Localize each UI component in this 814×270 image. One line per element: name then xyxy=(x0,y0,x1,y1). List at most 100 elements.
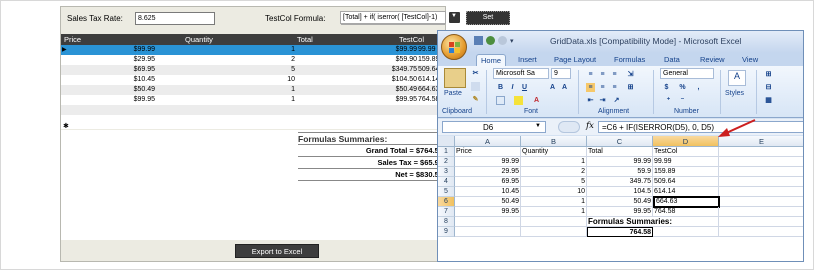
cell-e2[interactable] xyxy=(719,157,803,167)
save-icon[interactable] xyxy=(474,36,483,46)
cell-quantity[interactable]: 1 xyxy=(291,86,295,93)
insert-function-icon[interactable]: fx xyxy=(586,121,594,131)
cell-c2[interactable]: 99.99 xyxy=(587,157,653,167)
cell-a6[interactable]: 50.49 xyxy=(455,197,521,207)
office-button[interactable] xyxy=(441,34,467,60)
wrap-text-icon[interactable]: ⇲ xyxy=(626,70,635,79)
tab-page-layout[interactable]: Page Layout xyxy=(550,54,600,66)
comma-style-icon[interactable]: , xyxy=(694,83,703,92)
cell-c4[interactable]: 349.75 xyxy=(587,177,653,187)
merge-center-icon[interactable]: ⊞ xyxy=(626,83,635,92)
row-header[interactable]: 7 xyxy=(438,207,455,217)
row-header[interactable]: 3 xyxy=(438,167,455,177)
export-to-excel-button[interactable]: Export to Excel xyxy=(235,244,319,258)
cell-c7[interactable]: 99.95 xyxy=(587,207,653,217)
cell-testcol[interactable]: 99.99 xyxy=(418,46,436,53)
cell-total[interactable]: $50.49 xyxy=(396,86,417,93)
font-name-select[interactable]: Microsoft Sa xyxy=(493,68,549,79)
cell-c6[interactable]: 50.49 xyxy=(587,197,653,207)
table-row[interactable]: $10.45 10 $104.50 614.14 xyxy=(61,75,445,85)
font-color-icon[interactable]: A xyxy=(532,96,541,105)
percent-icon[interactable]: % xyxy=(678,83,687,92)
tab-formulas[interactable]: Formulas xyxy=(610,54,649,66)
borders-icon[interactable] xyxy=(496,96,505,105)
row-header[interactable]: 2 xyxy=(438,157,455,167)
row-header[interactable]: 9 xyxy=(438,227,455,237)
formula-dropdown-button[interactable]: ▼ xyxy=(449,12,460,23)
cell-d4[interactable]: 509.64 xyxy=(653,177,719,187)
table-row[interactable]: $69.95 5 $349.75 509.64 xyxy=(61,65,445,75)
cell-d8[interactable] xyxy=(653,217,719,227)
cell-a1[interactable]: Price xyxy=(455,147,521,157)
cell-a4[interactable]: 69.95 xyxy=(455,177,521,187)
chevron-down-icon[interactable]: ▼ xyxy=(535,123,541,129)
row-header[interactable]: 5 xyxy=(438,187,455,197)
cell-total[interactable]: $349.75 xyxy=(392,66,417,73)
table-row[interactable]: $50.49 1 $50.49 664.63 xyxy=(61,85,445,95)
increase-decimal-icon[interactable]: ⁺ xyxy=(664,96,673,105)
cell-b5[interactable]: 10 xyxy=(521,187,587,197)
column-header-a[interactable]: A xyxy=(455,136,521,147)
formula-input[interactable]: =C6 + IF(ISERROR(D5), 0, D5) xyxy=(598,121,803,133)
styles-icon[interactable]: A xyxy=(728,70,746,86)
copy-icon[interactable] xyxy=(471,82,480,91)
cell-d9[interactable] xyxy=(653,227,719,237)
decrease-decimal-icon[interactable]: ⁻ xyxy=(678,96,687,105)
cell-b6[interactable]: 1 xyxy=(521,197,587,207)
testcol-formula-field[interactable]: [Total] + if( iserror( [TestCol]-1) xyxy=(340,11,446,24)
cell-b4[interactable]: 5 xyxy=(521,177,587,187)
cell-e9[interactable] xyxy=(719,227,803,237)
currency-icon[interactable]: $ xyxy=(662,83,671,92)
cell-e1[interactable] xyxy=(719,147,803,157)
row-header[interactable]: 1 xyxy=(438,147,455,157)
cell-total[interactable]: $99.99 xyxy=(396,46,417,53)
underline-icon[interactable]: U xyxy=(520,83,529,92)
cell-c8[interactable]: Formulas Summaries: xyxy=(587,217,672,227)
cell-b8[interactable] xyxy=(521,217,587,227)
cell-c5[interactable]: 104.5 xyxy=(587,187,653,197)
cell-c1[interactable]: Total xyxy=(587,147,653,157)
set-button[interactable]: Set xyxy=(466,11,510,25)
table-row[interactable]: $29.95 2 $59.90 159.89 xyxy=(61,55,445,65)
redo-icon[interactable] xyxy=(498,36,507,46)
cell-e7[interactable] xyxy=(719,207,803,217)
cell-b7[interactable]: 1 xyxy=(521,207,587,217)
cell-quantity[interactable]: 5 xyxy=(291,66,295,73)
cell-a2[interactable]: 99.99 xyxy=(455,157,521,167)
tab-home[interactable]: Home xyxy=(476,54,507,66)
increase-indent-icon[interactable]: ⇥ xyxy=(598,96,607,105)
column-header-e[interactable]: E xyxy=(719,136,803,147)
tab-review[interactable]: Review xyxy=(696,54,729,66)
cell-total[interactable]: $59.90 xyxy=(396,56,417,63)
table-row[interactable]: $99.95 1 $99.95 764.58 xyxy=(61,95,445,105)
table-row[interactable]: ▶ $99.99 1 $99.99 99.99 xyxy=(61,45,445,55)
tab-data[interactable]: Data xyxy=(660,54,684,66)
column-header-c[interactable]: C xyxy=(587,136,653,147)
format-painter-icon[interactable]: ✎ xyxy=(471,95,480,104)
cell-quantity[interactable]: 10 xyxy=(287,76,295,83)
cell-b3[interactable]: 2 xyxy=(521,167,587,177)
fill-color-icon[interactable] xyxy=(514,96,523,105)
customize-qat-icon[interactable]: ▾ xyxy=(510,38,514,45)
column-header-b[interactable]: B xyxy=(521,136,587,147)
cell-total[interactable]: $104.50 xyxy=(392,76,417,83)
cell-quantity[interactable]: 1 xyxy=(291,96,295,103)
cell-price[interactable]: $29.95 xyxy=(134,56,155,63)
select-all-corner[interactable] xyxy=(438,136,455,147)
tab-view[interactable]: View xyxy=(738,54,762,66)
column-header-total[interactable]: Total xyxy=(297,35,313,44)
align-top-icon[interactable]: ≡ xyxy=(586,70,595,79)
font-size-select[interactable]: 9 xyxy=(551,68,571,79)
align-right-icon[interactable]: ≡ xyxy=(610,83,619,92)
italic-icon[interactable]: I xyxy=(508,83,517,92)
align-middle-icon[interactable]: ≡ xyxy=(598,70,607,79)
align-center-icon[interactable]: ≡ xyxy=(598,83,607,92)
tab-insert[interactable]: Insert xyxy=(514,54,541,66)
cell-b2[interactable]: 1 xyxy=(521,157,587,167)
cell-c9[interactable]: 764.58 xyxy=(587,227,653,237)
cell-price[interactable]: $10.45 xyxy=(134,76,155,83)
cell-b1[interactable]: Quantity xyxy=(521,147,587,157)
paste-icon[interactable] xyxy=(444,68,466,88)
cell-a7[interactable]: 99.95 xyxy=(455,207,521,217)
row-header[interactable]: 4 xyxy=(438,177,455,187)
